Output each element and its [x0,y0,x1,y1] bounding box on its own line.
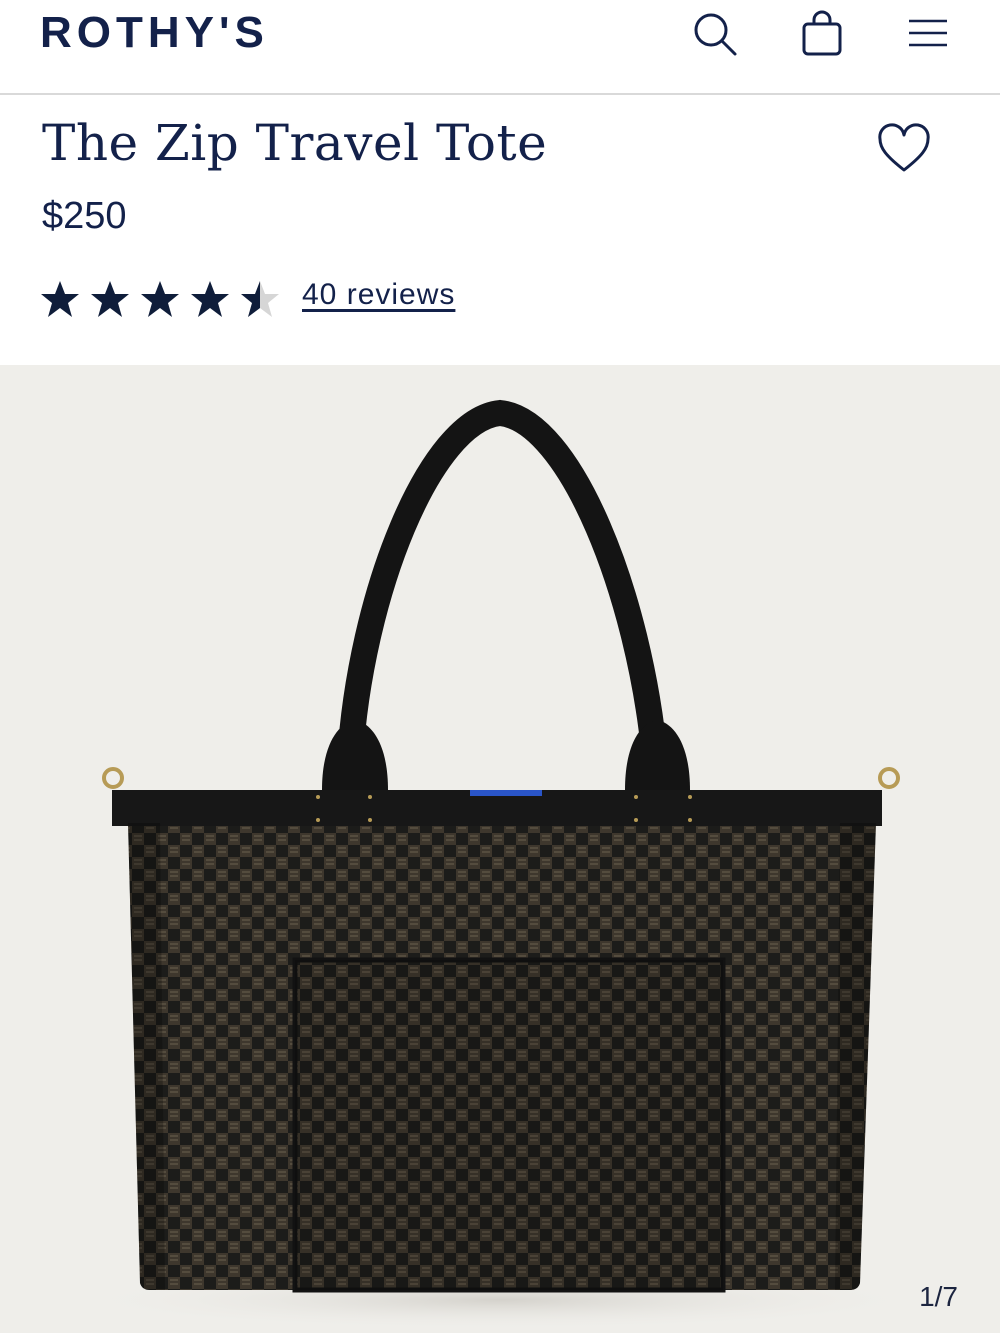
hamburger-menu-icon[interactable] [903,8,953,58]
product-image [70,399,930,1330]
shopping-bag-icon[interactable] [797,8,847,58]
reviews-link[interactable]: 40 reviews [302,278,455,312]
brand-logo[interactable]: ROTHY'S [40,8,269,58]
site-header: ROTHY'S [0,0,1000,95]
product-image-gallery[interactable]: 1/7 [0,365,1000,1333]
gallery-counter: 1/7 [919,1281,958,1312]
product-price: $250 [42,195,127,237]
product-title: The Zip Travel Tote [42,114,548,172]
search-icon[interactable] [690,8,740,58]
star-icon [191,281,229,317]
star-icon [41,281,79,317]
star-icon [91,281,129,317]
half-star-icon [241,281,279,317]
heart-icon[interactable] [876,122,932,178]
star-icon [141,281,179,317]
star-rating[interactable] [40,278,290,320]
